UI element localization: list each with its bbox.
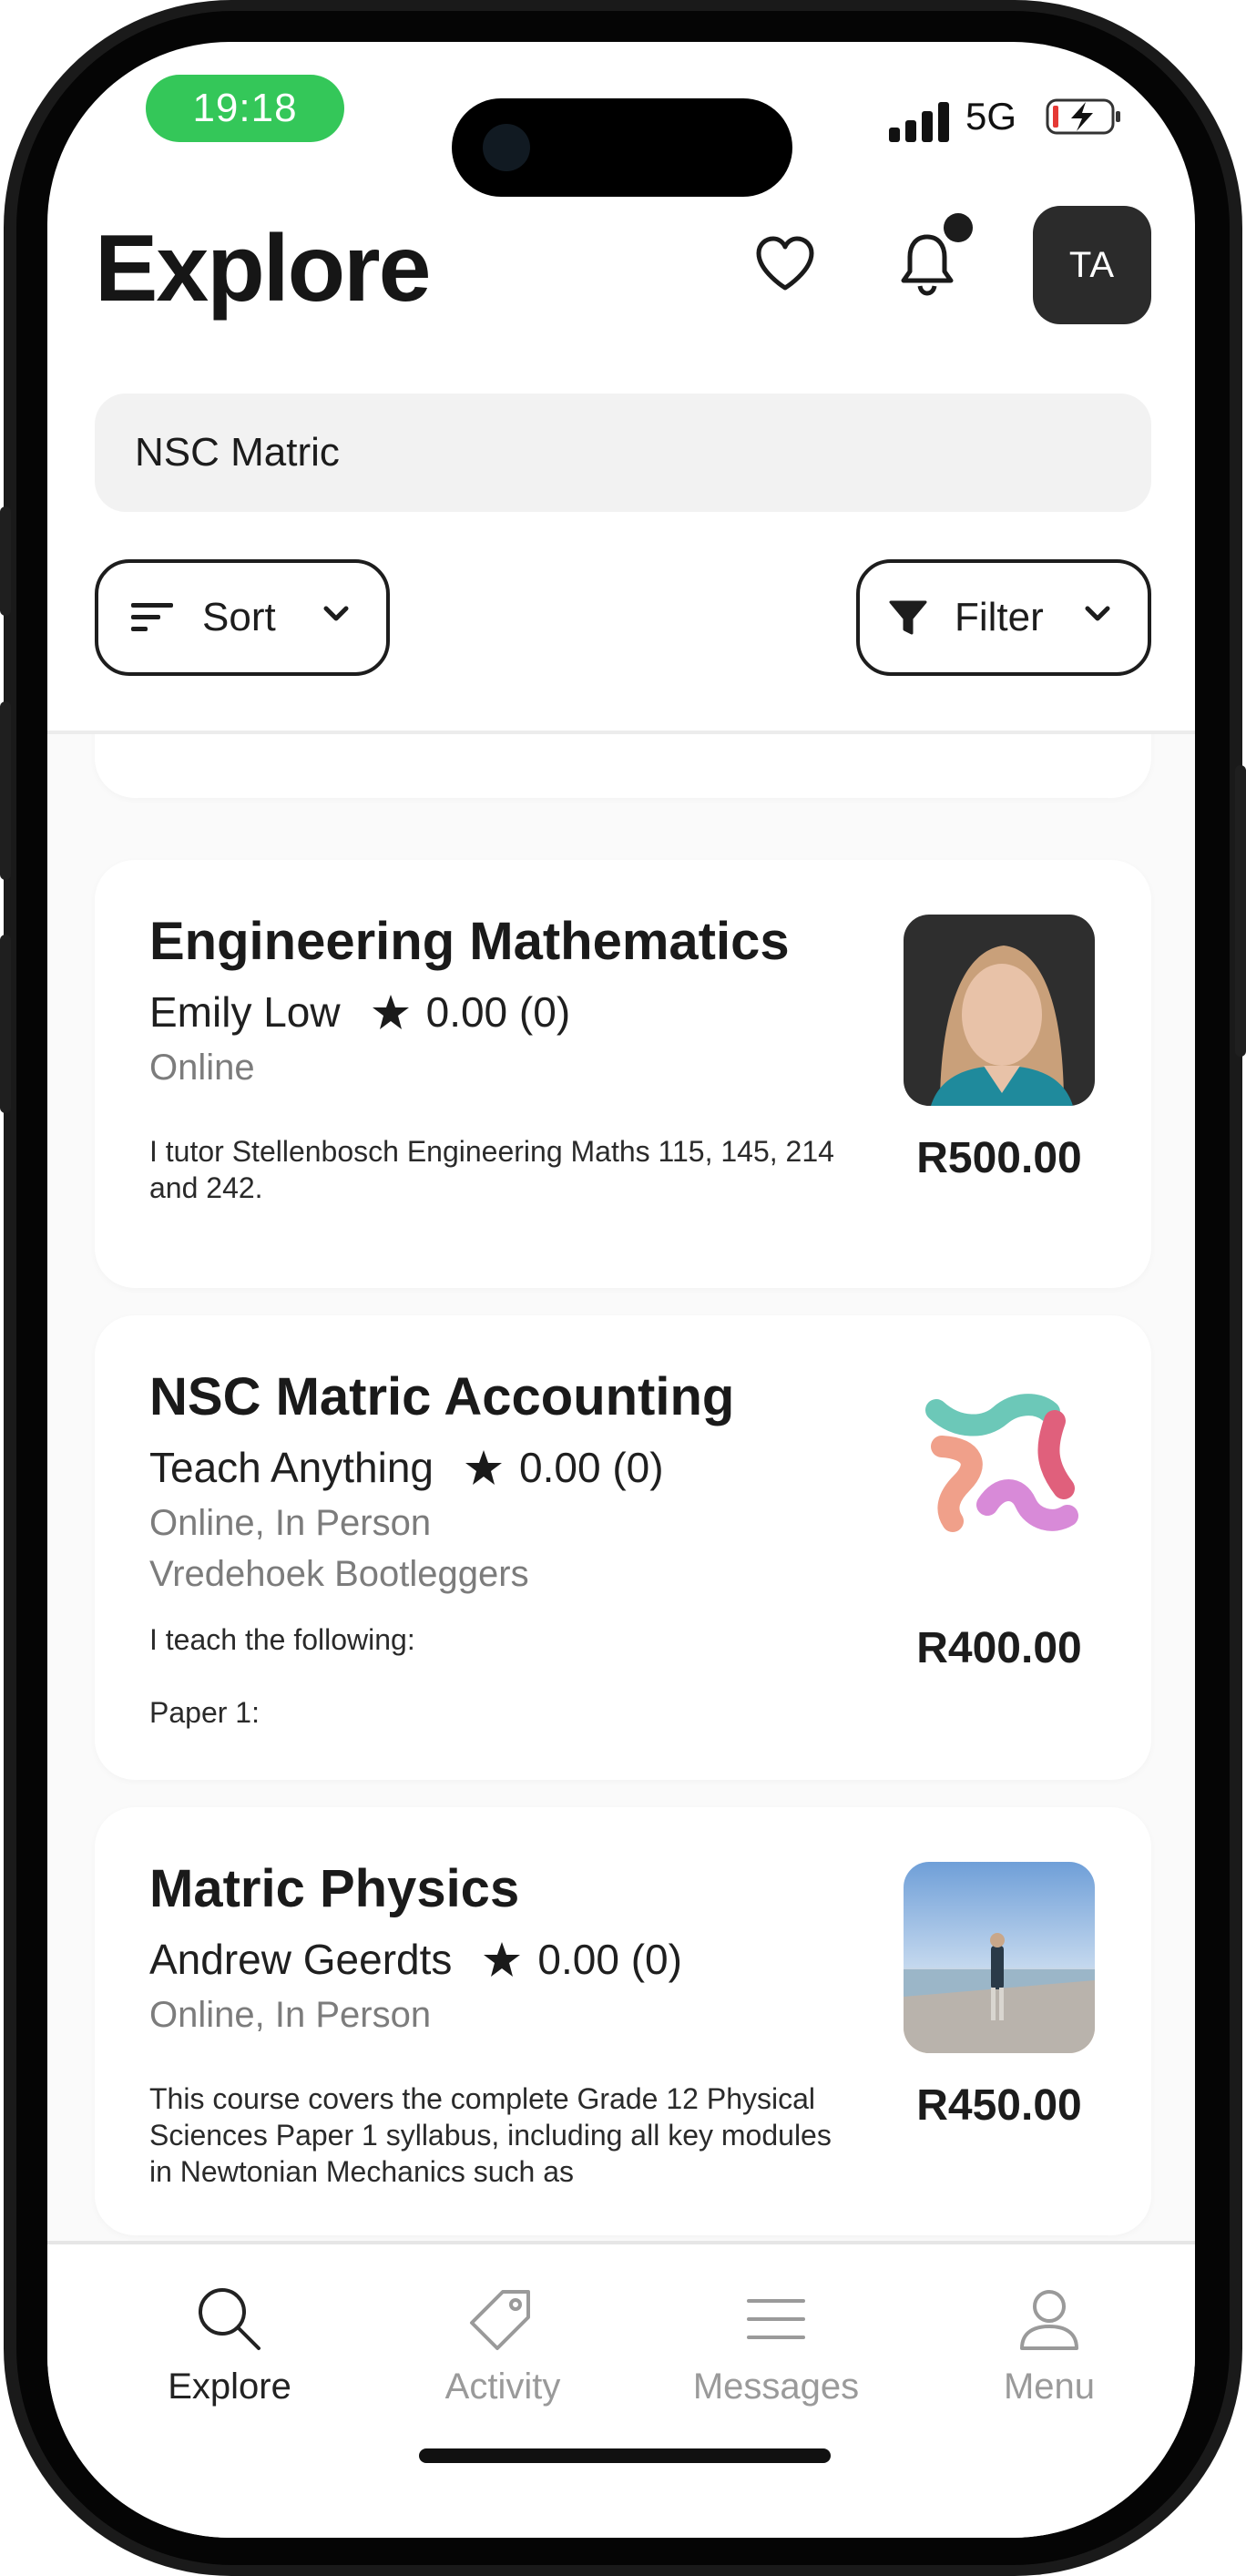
page-title: Explore	[95, 216, 431, 322]
menu-lines-icon	[747, 2299, 805, 2339]
lesson-modes: Online, In Person	[149, 1503, 432, 1543]
nav-messages[interactable]: Messages	[667, 2285, 885, 2407]
rating: 0.00 (0)	[537, 1936, 682, 1983]
teach-anything-logo	[904, 1370, 1095, 1561]
tutor-name: Emily Low	[149, 988, 341, 1036]
listing-tutor-row: Emily Low 0.00 (0)	[149, 987, 570, 1037]
nav-menu[interactable]: Menu	[940, 2285, 1159, 2407]
listing-description-line: Paper 1:	[149, 1696, 260, 1729]
lesson-modes: Online	[149, 1048, 255, 1088]
listing-price: R450.00	[916, 2081, 1082, 2130]
camera-icon	[483, 124, 530, 171]
nav-messages-label: Messages	[692, 2366, 860, 2407]
nav-activity[interactable]: Activity	[393, 2285, 612, 2407]
status-time: 19:18	[146, 75, 344, 142]
listing-location: Vredehoek Bootleggers	[149, 1554, 529, 1594]
listing-card[interactable]: Matric Physics Andrew Geerdts 0.00 (0) O…	[95, 1807, 1151, 2235]
listing-title: NSC Matric Accounting	[149, 1367, 735, 1426]
filter-icon	[889, 600, 927, 635]
network-type: 5G	[965, 95, 1017, 138]
chevron-down-icon	[323, 606, 349, 621]
nav-explore[interactable]: Explore	[120, 2285, 339, 2407]
action-button	[0, 506, 11, 616]
listing-list[interactable]: Engineering Mathematics Emily Low 0.00 (…	[47, 734, 1195, 2283]
listing-price: R500.00	[916, 1134, 1082, 1182]
listing-card[interactable]: Engineering Mathematics Emily Low 0.00 (…	[95, 860, 1151, 1288]
battery-charging-icon	[1046, 98, 1120, 135]
dynamic-island	[452, 98, 792, 197]
star-icon	[484, 1942, 521, 1977]
power-button	[1235, 765, 1246, 1057]
listing-card[interactable]: NSC Matric Accounting Teach Anything 0.0…	[95, 1315, 1151, 1780]
chevron-down-icon	[1085, 606, 1110, 621]
listing-title: Matric Physics	[149, 1859, 520, 1918]
rating: 0.00 (0)	[425, 988, 571, 1036]
avatar[interactable]: TA	[1033, 206, 1151, 324]
nav-explore-label: Explore	[168, 2366, 291, 2407]
nav-menu-label: Menu	[1003, 2366, 1096, 2407]
notification-badge	[944, 213, 973, 242]
bottom-nav: Explore Activity Messages Menu	[47, 2241, 1195, 2538]
screen: 19:18 5G Explore TA Sort	[47, 42, 1195, 2538]
favorites-button[interactable]	[749, 228, 822, 301]
filter-button[interactable]: Filter	[856, 559, 1151, 676]
rating: 0.00 (0)	[519, 1444, 664, 1491]
bell-icon	[901, 234, 954, 296]
heart-icon	[756, 236, 814, 291]
sort-button[interactable]: Sort	[95, 559, 390, 676]
listing-tutor-row: Teach Anything 0.00 (0)	[149, 1443, 664, 1492]
sort-icon	[131, 603, 173, 631]
star-icon	[465, 1450, 503, 1485]
listing-price: R400.00	[916, 1624, 1082, 1672]
tutor-name: Teach Anything	[149, 1444, 434, 1491]
user-icon	[1020, 2290, 1078, 2350]
home-indicator	[419, 2448, 831, 2463]
tutor-name: Andrew Geerdts	[149, 1936, 453, 1983]
tag-icon	[470, 2290, 530, 2350]
listing-description: This course covers the complete Grade 12…	[149, 2082, 832, 2186]
listing-description: I tutor Stellenbosch Engineering Maths 1…	[149, 1135, 834, 1204]
listing-card-partial[interactable]	[95, 734, 1151, 798]
volume-up-button	[0, 701, 11, 880]
tutor-photo	[904, 915, 1095, 1106]
sort-label: Sort	[202, 595, 276, 639]
listing-description-line: I teach the following:	[149, 1623, 415, 1656]
volume-down-button	[0, 935, 11, 1113]
nav-activity-label: Activity	[444, 2366, 561, 2407]
filter-label: Filter	[955, 595, 1044, 639]
beach-photo	[904, 1862, 1095, 2053]
search-icon	[199, 2288, 260, 2350]
search-input[interactable]	[95, 394, 1151, 512]
lesson-modes: Online, In Person	[149, 1995, 432, 2035]
star-icon	[372, 995, 409, 1029]
listing-title: Engineering Mathematics	[149, 912, 790, 971]
listing-tutor-row: Andrew Geerdts 0.00 (0)	[149, 1935, 682, 1984]
signal-icon	[889, 102, 949, 142]
